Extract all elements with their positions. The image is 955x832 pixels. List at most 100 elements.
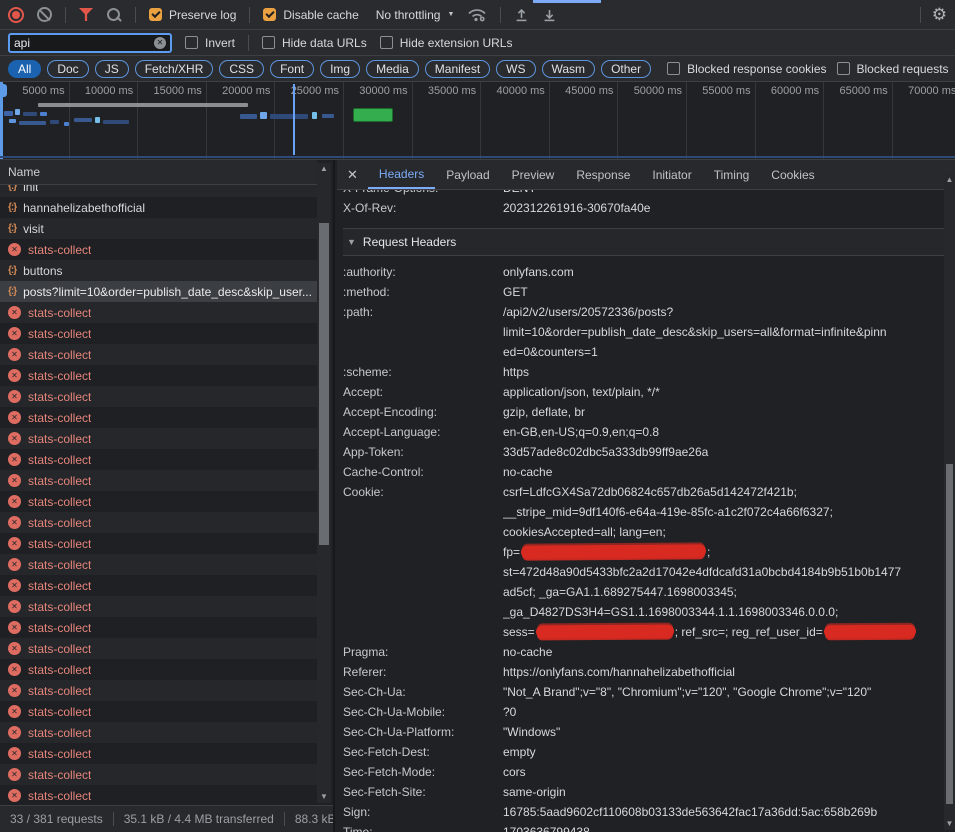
request-row[interactable]: {:}buttons bbox=[0, 260, 317, 281]
header-value-text: same-origin bbox=[503, 785, 566, 799]
blocked-response-cookies-checkbox[interactable] bbox=[667, 62, 680, 75]
request-row[interactable]: stats-collect bbox=[0, 449, 317, 470]
scrollbar-thumb[interactable] bbox=[319, 223, 329, 545]
network-overview-timeline[interactable]: 5000 ms10000 ms15000 ms20000 ms25000 ms3… bbox=[0, 82, 955, 160]
request-row-selected[interactable]: {:}posts?limit=10&order=publish_date_des… bbox=[0, 281, 317, 302]
request-row[interactable]: stats-collect bbox=[0, 386, 317, 407]
settings-gear-icon[interactable]: ⚙ bbox=[932, 6, 947, 23]
filter-pill-manifest[interactable]: Manifest bbox=[425, 60, 490, 78]
request-headers-list: :authority:onlyfans.com:method:GET:path:… bbox=[343, 256, 944, 832]
details-scrollbar[interactable]: ▲ ▼ bbox=[944, 174, 955, 830]
record-network-log-button[interactable] bbox=[8, 7, 24, 23]
request-row[interactable]: stats-collect bbox=[0, 407, 317, 428]
overview-range-grip[interactable] bbox=[0, 84, 7, 97]
blocked-requests-checkbox[interactable] bbox=[837, 62, 850, 75]
tab-cookies[interactable]: Cookies bbox=[760, 160, 825, 189]
tab-initiator[interactable]: Initiator bbox=[641, 160, 702, 189]
request-row[interactable]: stats-collect bbox=[0, 785, 317, 805]
request-row[interactable]: stats-collect bbox=[0, 365, 317, 386]
scroll-down-icon[interactable]: ▼ bbox=[944, 818, 955, 830]
request-row[interactable]: stats-collect bbox=[0, 302, 317, 323]
hide-data-urls-toggle[interactable]: Hide data URLs bbox=[262, 36, 367, 50]
blocked-requests-toggle[interactable]: Blocked requests bbox=[837, 62, 949, 76]
request-row[interactable]: {:}init bbox=[0, 185, 317, 197]
column-header-name[interactable]: Name bbox=[0, 160, 317, 185]
filter-input[interactable] bbox=[14, 36, 154, 50]
request-row[interactable]: stats-collect bbox=[0, 596, 317, 617]
request-row[interactable]: {:}hannahelizabethofficial bbox=[0, 197, 317, 218]
scroll-up-icon[interactable]: ▲ bbox=[317, 163, 331, 175]
filter-pill-font[interactable]: Font bbox=[270, 60, 314, 78]
clear-network-log-button[interactable] bbox=[37, 7, 52, 22]
clear-filter-icon[interactable] bbox=[154, 37, 166, 49]
request-row[interactable]: stats-collect bbox=[0, 764, 317, 785]
disable-cache-toggle[interactable]: Disable cache bbox=[263, 8, 358, 22]
timeline-tick-label: 15000 ms bbox=[128, 85, 202, 97]
filter-pill-css[interactable]: CSS bbox=[219, 60, 264, 78]
tab-headers[interactable]: Headers bbox=[368, 160, 435, 189]
filter-pill-doc[interactable]: Doc bbox=[47, 60, 88, 78]
fetch-request-icon: {:} bbox=[8, 202, 16, 213]
request-row[interactable]: stats-collect bbox=[0, 701, 317, 722]
scrollbar-thumb[interactable] bbox=[946, 464, 953, 804]
filter-pill-other[interactable]: Other bbox=[601, 60, 651, 78]
tab-preview[interactable]: Preview bbox=[501, 160, 566, 189]
preserve-log-toggle[interactable]: Preserve log bbox=[149, 8, 236, 22]
request-row[interactable]: stats-collect bbox=[0, 743, 317, 764]
request-row[interactable]: stats-collect bbox=[0, 659, 317, 680]
scroll-down-icon[interactable]: ▼ bbox=[317, 791, 331, 803]
request-row[interactable]: stats-collect bbox=[0, 344, 317, 365]
request-row[interactable]: stats-collect bbox=[0, 617, 317, 638]
request-row[interactable]: stats-collect bbox=[0, 512, 317, 533]
throttling-select[interactable]: No throttling ▼ bbox=[376, 8, 455, 22]
filter-pill-all[interactable]: All bbox=[8, 60, 41, 78]
scroll-up-icon[interactable]: ▲ bbox=[944, 174, 955, 186]
filter-pill-js[interactable]: JS bbox=[95, 60, 129, 78]
filter-pill-fetch-xhr[interactable]: Fetch/XHR bbox=[135, 60, 214, 78]
request-header-row: Cache-Control:no-cache bbox=[343, 462, 944, 482]
request-row[interactable]: stats-collect bbox=[0, 554, 317, 575]
invert-checkbox[interactable] bbox=[185, 36, 198, 49]
details-tabbar: ✕ HeadersPayloadPreviewResponseInitiator… bbox=[337, 160, 955, 190]
hide-extension-urls-checkbox[interactable] bbox=[380, 36, 393, 49]
request-row[interactable]: stats-collect bbox=[0, 575, 317, 596]
request-row[interactable]: stats-collect bbox=[0, 533, 317, 554]
search-icon[interactable] bbox=[106, 7, 122, 23]
request-row[interactable]: stats-collect bbox=[0, 323, 317, 344]
request-name: stats-collect bbox=[28, 390, 91, 404]
filter-pill-media[interactable]: Media bbox=[366, 60, 419, 78]
export-har-icon[interactable] bbox=[542, 7, 557, 22]
header-value: GET bbox=[503, 282, 944, 302]
request-headers-section-toggle[interactable]: ▼ Request Headers bbox=[343, 228, 944, 256]
request-row[interactable]: stats-collect bbox=[0, 428, 317, 449]
filter-icon[interactable] bbox=[79, 8, 93, 21]
filter-pill-wasm[interactable]: Wasm bbox=[542, 60, 596, 78]
network-conditions-icon[interactable] bbox=[467, 7, 487, 22]
disable-cache-checkbox[interactable] bbox=[263, 8, 276, 21]
close-details-icon[interactable]: ✕ bbox=[347, 167, 358, 183]
redaction-scribble bbox=[824, 625, 916, 639]
request-row[interactable]: stats-collect bbox=[0, 638, 317, 659]
request-row[interactable]: stats-collect bbox=[0, 470, 317, 491]
request-row[interactable]: {:}visit bbox=[0, 218, 317, 239]
filter-input-box[interactable] bbox=[8, 33, 172, 53]
tab-response[interactable]: Response bbox=[565, 160, 641, 189]
hide-data-urls-checkbox[interactable] bbox=[262, 36, 275, 49]
hide-extension-urls-toggle[interactable]: Hide extension URLs bbox=[380, 36, 513, 50]
request-row[interactable]: stats-collect bbox=[0, 722, 317, 743]
toolbar-divider bbox=[249, 7, 250, 23]
request-row[interactable]: stats-collect bbox=[0, 239, 317, 260]
timeline-tick-label: 40000 ms bbox=[471, 85, 545, 97]
header-value: no-cache bbox=[503, 642, 944, 662]
request-row[interactable]: stats-collect bbox=[0, 680, 317, 701]
tab-payload[interactable]: Payload bbox=[435, 160, 500, 189]
tab-timing[interactable]: Timing bbox=[703, 160, 761, 189]
filter-pill-ws[interactable]: WS bbox=[496, 60, 535, 78]
invert-toggle[interactable]: Invert bbox=[185, 36, 235, 50]
requests-scrollbar[interactable]: ▲ ▼ bbox=[317, 163, 331, 803]
import-har-icon[interactable] bbox=[514, 7, 529, 22]
filter-pill-img[interactable]: Img bbox=[320, 60, 360, 78]
request-row[interactable]: stats-collect bbox=[0, 491, 317, 512]
preserve-log-checkbox[interactable] bbox=[149, 8, 162, 21]
blocked-response-cookies-toggle[interactable]: Blocked response cookies bbox=[667, 62, 826, 76]
